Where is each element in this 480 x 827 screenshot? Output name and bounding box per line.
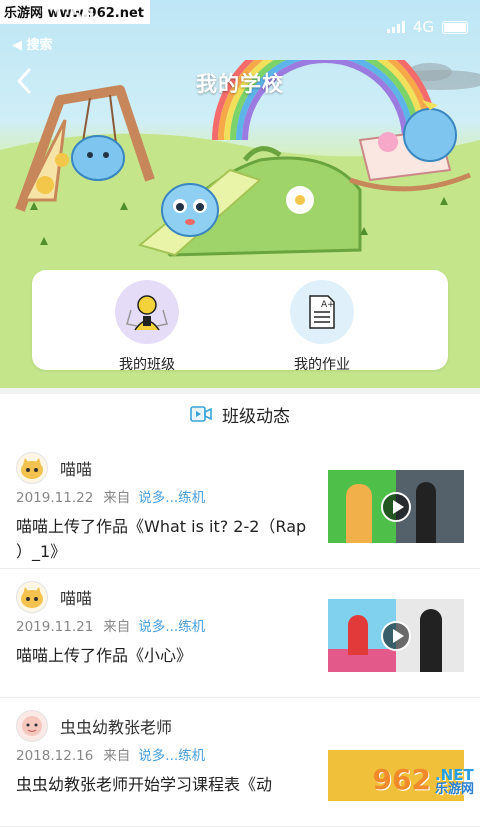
source-link[interactable]: 说多...练机 (138, 619, 205, 635)
header-banner: 乐游网 www.962.net 11:50 4G ◀ 搜索 我的学校 我的班级 (0, 0, 480, 388)
my-homework-button[interactable]: A+ 我的作业 (262, 280, 382, 374)
user-name[interactable]: 虫虫幼教张老师 (60, 714, 172, 738)
page-title: 我的学校 (196, 72, 284, 96)
post-date: 2019.11.22 (16, 490, 94, 506)
my-class-label: 我的班级 (119, 357, 175, 373)
video-thumbnail[interactable] (328, 470, 464, 543)
user-name[interactable]: 喵喵 (60, 456, 92, 480)
post-date: 2019.11.21 (16, 619, 94, 635)
post-date: 2018.12.16 (16, 748, 94, 764)
feed-item[interactable]: 喵喵 2019.11.21 来自 说多...练机 喵喵上传了作品《小心》 (0, 569, 480, 698)
from-label: 来自 (103, 490, 131, 506)
post-text: 喵喵上传了作品《What is it? 2-2（Rap ）_1》 (16, 517, 307, 561)
play-icon (381, 491, 411, 522)
user-name[interactable]: 喵喵 (60, 585, 92, 609)
network-type: 4G (412, 18, 434, 36)
watermark-sub: 乐游网 (434, 782, 474, 797)
quick-menu-card: 我的班级 A+ 我的作业 (32, 270, 448, 373)
status-indicators: 4G (386, 18, 468, 36)
battery-icon (442, 20, 468, 34)
back-to-search-link[interactable]: ◀ 搜索 (12, 34, 53, 53)
cat-avatar-icon (16, 452, 48, 484)
feed-item[interactable]: 喵喵 2019.11.22 来自 说多...练机 喵喵上传了作品《What is i… (0, 440, 480, 569)
signal-icon (386, 21, 405, 33)
section-divider (0, 388, 480, 394)
watermark-brand: 962 (372, 763, 431, 796)
post-meta: 2019.11.22 来自 说多...练机 (16, 486, 205, 506)
source-link[interactable]: 说多...练机 (138, 490, 205, 506)
svg-text:A+: A+ (321, 300, 335, 310)
post-text: 喵喵上传了作品《小心》 (16, 646, 193, 665)
play-icon (381, 620, 411, 651)
post-text: 虫虫幼教张老师开始学习课程表《动 (16, 775, 273, 794)
video-icon (190, 406, 212, 422)
source-link[interactable]: 说多...练机 (138, 748, 205, 764)
watermark-suffix: .NET (434, 766, 474, 784)
corner-watermark-logo: 962 .NET 乐游网 (373, 763, 474, 796)
from-label: 来自 (103, 748, 131, 764)
student-icon (115, 280, 179, 344)
teacher-avatar-icon (16, 710, 48, 742)
post-meta: 2019.11.21 来自 说多...练机 (16, 615, 205, 635)
section-header: 班级动态 (0, 398, 480, 430)
homework-paper-icon: A+ (290, 280, 354, 344)
from-label: 来自 (103, 619, 131, 635)
status-time: 11:50 (40, 6, 95, 26)
my-class-button[interactable]: 我的班级 (87, 280, 207, 374)
video-thumbnail[interactable] (328, 599, 464, 672)
section-title: 班级动态 (222, 406, 290, 427)
my-homework-label: 我的作业 (294, 357, 350, 373)
status-bar: 乐游网 www.962.net 11:50 4G ◀ 搜索 (0, 0, 480, 54)
cat-avatar-icon (16, 581, 48, 613)
post-meta: 2018.12.16 来自 说多...练机 (16, 744, 205, 764)
